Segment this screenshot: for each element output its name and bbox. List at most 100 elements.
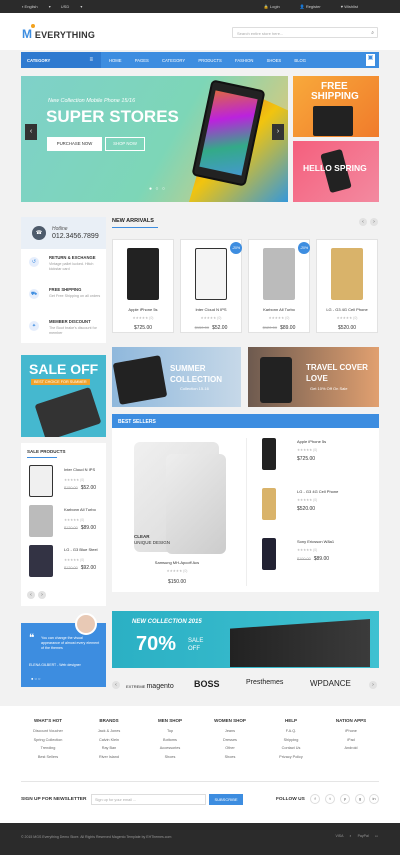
pinterest-icon[interactable]: p bbox=[340, 794, 350, 804]
product-name[interactable]: LG - G3 4G Cell Phone bbox=[317, 307, 377, 312]
footer-link[interactable]: iPad bbox=[321, 736, 381, 745]
product-card[interactable]: -20% Inter Cloud N IPS ★★★★★ (0) $150.00 $52… bbox=[180, 239, 242, 333]
list-item[interactable]: Inter Cloud N IPS ★★★★★ (0) $150.00 $52.00 bbox=[27, 463, 105, 501]
nav-item-fashion[interactable]: FASHION bbox=[235, 58, 253, 63]
brand-logo-wpdance[interactable]: WPDANCE bbox=[310, 679, 351, 688]
nav-item-blog[interactable]: BLOG bbox=[294, 58, 306, 63]
product-image[interactable] bbox=[262, 488, 276, 520]
footer-link[interactable]: Shipping bbox=[261, 736, 321, 745]
new-collection-banner[interactable]: NEW COLLECTION 2015 70% SALE OFF bbox=[112, 611, 379, 668]
list-item[interactable]: Karbonn All Turbo ★★★★★ (0) $120.00 $89.00 bbox=[27, 503, 105, 541]
google-plus-icon[interactable]: g bbox=[355, 794, 365, 804]
login-link[interactable]: 🔒 Login bbox=[264, 4, 290, 9]
new-arrivals-next-button[interactable]: › bbox=[370, 218, 378, 226]
brand-logo-extreme[interactable]: EXTREME magento bbox=[126, 683, 174, 690]
product-card[interactable]: Apple iPhone 5s ★★★★★ (0) $725.00 bbox=[112, 239, 174, 333]
footer-link[interactable]: Trending bbox=[18, 744, 78, 753]
product-image[interactable] bbox=[29, 465, 53, 497]
new-arrivals-prev-button[interactable]: ‹ bbox=[359, 218, 367, 226]
footer-link[interactable]: Accessories bbox=[140, 744, 200, 753]
footer-link[interactable]: Best Sellers bbox=[18, 753, 78, 762]
list-item[interactable]: LG - G3 4G Cell Phone ★★★★★ (0) $520.00 bbox=[252, 486, 377, 526]
shop-now-button[interactable]: SHOP NOW bbox=[105, 137, 145, 151]
purchase-now-button[interactable]: PURCHASE NOW bbox=[47, 137, 102, 151]
nav-item-products[interactable]: PRODUCTS bbox=[198, 58, 222, 63]
currency-select[interactable]: USD ▾ bbox=[61, 4, 83, 9]
product-name[interactable]: Sony Ericsson W8a1 bbox=[297, 539, 334, 544]
product-name[interactable]: LG - G3 4G Cell Phone bbox=[297, 489, 338, 494]
brand-logo-boss[interactable]: BOSS bbox=[194, 679, 220, 689]
language-select[interactable]: ▪ English ▾ bbox=[22, 4, 51, 9]
product-image[interactable] bbox=[195, 248, 227, 300]
footer-link[interactable]: Shoes bbox=[200, 753, 260, 762]
product-card[interactable]: -20% Karbonn All Turbo ★★★★★ (0) $120.00 $89… bbox=[248, 239, 310, 333]
list-item[interactable]: Apple iPhone 5s ★★★★★ (0) $725.00 bbox=[252, 436, 377, 476]
product-name[interactable]: Inter Cloud N IPS bbox=[181, 307, 241, 312]
nav-item-category[interactable]: CATEGORY bbox=[162, 58, 185, 63]
featured-product-name[interactable]: Samsung MH-Apcoff Acs bbox=[112, 560, 242, 565]
footer-link[interactable]: Shoes bbox=[140, 753, 200, 762]
nav-item-pages[interactable]: PAGES bbox=[135, 58, 149, 63]
product-name[interactable]: Karbonn All Turbo bbox=[249, 307, 309, 312]
sale-next-button[interactable]: › bbox=[38, 591, 46, 599]
slider-prev-button[interactable]: ‹ bbox=[25, 124, 37, 140]
footer-link[interactable]: Calvin Klein bbox=[79, 736, 139, 745]
product-name[interactable]: Karbonn All Turbo bbox=[64, 507, 104, 512]
footer-link[interactable]: F.A.Q. bbox=[261, 727, 321, 736]
product-name[interactable]: LG - G3 Blue Steel bbox=[64, 547, 104, 552]
subscribe-button[interactable]: SUBSCRIBE bbox=[209, 794, 243, 805]
footer-link[interactable]: Ray Ban bbox=[79, 744, 139, 753]
twitter-icon[interactable]: t bbox=[325, 794, 335, 804]
product-name[interactable]: Apple iPhone 5s bbox=[113, 307, 173, 312]
footer-link[interactable]: Discount Voucher bbox=[18, 727, 78, 736]
footer-link[interactable]: Contact Us bbox=[261, 744, 321, 753]
slider-dots[interactable]: ● ○ ○ bbox=[149, 186, 166, 192]
brand-next-button[interactable]: › bbox=[369, 681, 377, 689]
logo[interactable]: M EVERYTHING bbox=[22, 24, 95, 41]
product-image[interactable] bbox=[262, 438, 276, 470]
linkedin-icon[interactable]: in bbox=[369, 794, 379, 804]
footer-link[interactable]: Spring Collection bbox=[18, 736, 78, 745]
footer-link[interactable]: Jeans bbox=[200, 727, 260, 736]
list-item[interactable]: Sony Ericsson W8a1 ★★★★★ (0) $100.00 $89.00 bbox=[252, 536, 377, 576]
footer-link[interactable]: iPhone bbox=[321, 727, 381, 736]
brand-logo-presthemes[interactable]: Presthemes bbox=[246, 679, 283, 686]
featured-product-image-2[interactable] bbox=[166, 454, 226, 554]
sale-prev-button[interactable]: ‹ bbox=[27, 591, 35, 599]
facebook-icon[interactable]: f bbox=[310, 794, 320, 804]
slider-next-button[interactable]: › bbox=[272, 124, 284, 140]
product-image[interactable] bbox=[263, 248, 295, 300]
product-image[interactable] bbox=[331, 248, 363, 300]
free-shipping-banner[interactable]: FREE SHIPPING bbox=[293, 76, 379, 137]
search-input[interactable]: Search entire store here... ⌕ bbox=[232, 27, 378, 38]
wishlist-link[interactable]: ♥ Wishlist bbox=[341, 4, 368, 9]
travel-banner[interactable]: TRAVEL COVER LOVE Get 10% Off On Sale bbox=[248, 347, 379, 407]
hello-spring-banner[interactable]: HELLO SPRING bbox=[293, 141, 379, 202]
hero-slider[interactable]: New Collection Mobile Phone 15/16 SUPER … bbox=[21, 76, 288, 202]
nav-item-shoes[interactable]: SHOES bbox=[267, 58, 282, 63]
product-image[interactable] bbox=[29, 505, 53, 537]
search-icon[interactable]: ⌕ bbox=[371, 30, 374, 36]
newsletter-email-input[interactable]: Sign up for your email ... bbox=[91, 794, 206, 805]
product-image[interactable] bbox=[262, 538, 276, 570]
product-name[interactable]: Apple iPhone 5s bbox=[297, 439, 326, 444]
footer-link[interactable]: Jack & Jones bbox=[79, 727, 139, 736]
cart-icon[interactable]: ▣ bbox=[366, 54, 375, 66]
footer-link[interactable]: Dresses bbox=[200, 736, 260, 745]
footer-link[interactable]: Other bbox=[200, 744, 260, 753]
footer-link[interactable]: Privacy Policy bbox=[261, 753, 321, 762]
product-card[interactable]: LG - G3 4G Cell Phone ★★★★★ (0) $520.00 bbox=[316, 239, 378, 333]
footer-link[interactable]: Top bbox=[140, 727, 200, 736]
nav-item-home[interactable]: HOME bbox=[109, 58, 122, 63]
product-image[interactable] bbox=[29, 545, 53, 577]
sale-off-banner[interactable]: SALE OFF BEST CHOICE FOR SUMMER bbox=[21, 355, 106, 437]
hotline-number[interactable]: 012.3456.7899 bbox=[52, 233, 99, 240]
product-name[interactable]: Inter Cloud N IPS bbox=[64, 467, 104, 472]
summer-banner[interactable]: SUMMER COLLECTION Collection 15-16 bbox=[112, 347, 241, 407]
category-menu[interactable]: CATEGORY ≡ bbox=[21, 52, 101, 68]
footer-link[interactable]: Android bbox=[321, 744, 381, 753]
footer-link[interactable]: Bottoms bbox=[140, 736, 200, 745]
testimonial-dots[interactable]: ● ○ ○ bbox=[31, 676, 40, 681]
register-link[interactable]: 👤 Register bbox=[300, 4, 331, 9]
product-image[interactable] bbox=[127, 248, 159, 300]
